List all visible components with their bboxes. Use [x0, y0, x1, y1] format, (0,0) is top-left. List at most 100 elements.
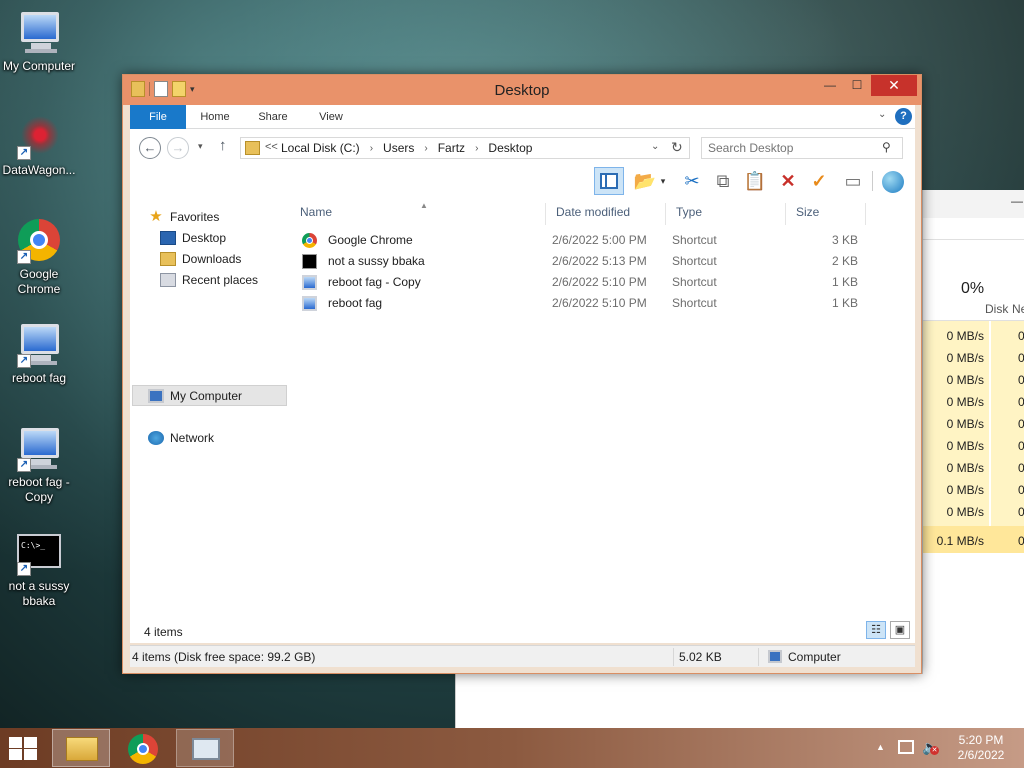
- column-header-date[interactable]: Date modified: [546, 203, 666, 225]
- status-bar: 4 items (Disk free space: 99.2 GB) 5.02 …: [130, 645, 915, 667]
- shortcut-arrow-icon: ↗: [17, 354, 31, 368]
- desktop-icon-label: My Computer: [2, 59, 76, 73]
- table-row[interactable]: Google Chrome 2/6/2022 5:00 PM Shortcut …: [290, 230, 915, 251]
- file-type: Shortcut: [672, 233, 717, 247]
- rename-button[interactable]: ▭: [838, 167, 868, 195]
- table-row[interactable]: reboot fag - Copy 2/6/2022 5:10 PM Short…: [290, 272, 915, 293]
- column-header-label: Type: [676, 205, 703, 219]
- delete-button[interactable]: ✕: [773, 167, 803, 195]
- taskbar-task-manager[interactable]: [176, 729, 234, 767]
- forward-button[interactable]: →: [167, 137, 189, 159]
- network-icon[interactable]: [898, 740, 914, 754]
- file-date: 2/6/2022 5:10 PM: [552, 296, 647, 310]
- table-row[interactable]: 0 MB/s 0: [923, 325, 1024, 347]
- expand-ribbon-icon[interactable]: ⌄: [878, 109, 886, 120]
- taskbar-file-explorer[interactable]: [52, 729, 110, 767]
- table-row[interactable]: 0 MB/s 0: [923, 391, 1024, 413]
- table-row[interactable]: 0 MB/s 0: [923, 479, 1024, 501]
- column-header-label: Date modified: [556, 205, 631, 219]
- properties-button[interactable]: ✓: [804, 167, 834, 195]
- table-row[interactable]: not a sussy bbaka 2/6/2022 5:13 PM Short…: [290, 251, 915, 272]
- breadcrumb-item[interactable]: Fartz: [438, 141, 465, 156]
- disk-column-header[interactable]: Disk: [985, 302, 1008, 316]
- start-button[interactable]: [8, 736, 38, 760]
- recent-locations-dropdown[interactable]: ▾: [198, 141, 203, 152]
- titlebar[interactable]: ▾ Desktop — ☐ ✕: [123, 75, 921, 105]
- file-name: reboot fag: [328, 296, 383, 310]
- large-icons-view-button[interactable]: ▣: [890, 621, 910, 639]
- help-icon[interactable]: ?: [895, 108, 912, 125]
- network-column-header[interactable]: Ne: [1012, 302, 1024, 316]
- search-box[interactable]: ⚲: [701, 137, 903, 159]
- chevron-right-icon[interactable]: ›: [370, 141, 373, 156]
- desktop-icon-google-chrome[interactable]: ↗ Google Chrome: [0, 216, 78, 297]
- nav-item-my-computer[interactable]: My Computer: [148, 386, 242, 406]
- clock[interactable]: 5:20 PM 2/6/2022: [948, 733, 1014, 763]
- nav-item-label: Recent places: [182, 273, 259, 287]
- column-header-size[interactable]: Size: [786, 203, 866, 225]
- chevron-down-icon[interactable]: ▾: [656, 167, 670, 195]
- copy-icon: ⧉: [716, 171, 730, 191]
- web-button[interactable]: [878, 167, 908, 195]
- explorer-window[interactable]: ▾ Desktop — ☐ ✕ File Home Share View ⌄ ?…: [122, 74, 922, 674]
- copy-button[interactable]: ⧉: [708, 167, 738, 195]
- maximize-button[interactable]: ☐: [844, 75, 870, 96]
- table-row[interactable]: 0 MB/s 0: [923, 369, 1024, 391]
- shortcut-arrow-icon: ↗: [17, 562, 31, 576]
- task-manager-window[interactable]: — 0% Disk Ne 0 MB/s00 MB/s00 MB/s00 MB/s…: [922, 190, 1024, 730]
- chevron-down-icon[interactable]: ⌄: [651, 141, 659, 152]
- nav-item-label: Downloads: [182, 252, 242, 266]
- disk-value: 0 MB/s: [946, 439, 984, 453]
- desktop-icon-datawagon[interactable]: ↗ DataWagon...: [0, 112, 78, 178]
- preview-pane-button[interactable]: [594, 167, 624, 195]
- windows-logo-icon: [24, 737, 37, 748]
- tab-share[interactable]: Share: [252, 105, 294, 129]
- tab-view[interactable]: View: [310, 105, 352, 129]
- shortcut-arrow-icon: ↗: [17, 146, 31, 160]
- breadcrumb-item[interactable]: Desktop: [488, 141, 532, 156]
- minimize-button[interactable]: —: [817, 75, 843, 96]
- chevron-right-icon[interactable]: ›: [475, 141, 478, 156]
- cut-button[interactable]: ✂: [677, 167, 707, 195]
- windows-logo-icon: [24, 749, 37, 760]
- paste-button[interactable]: 📋: [740, 167, 770, 195]
- network-value: 0: [1018, 505, 1024, 519]
- table-row[interactable]: 0.1 MB/s 0: [923, 530, 1024, 552]
- breadcrumb-item[interactable]: Users: [383, 141, 414, 156]
- taskbar-chrome[interactable]: [114, 729, 172, 767]
- table-row[interactable]: 0 MB/s 0: [923, 501, 1024, 523]
- desktop-icon-my-computer[interactable]: My Computer: [0, 8, 78, 74]
- back-button[interactable]: ←: [139, 137, 161, 159]
- address-prefix[interactable]: <<: [265, 141, 278, 153]
- minimize-icon[interactable]: —: [1011, 194, 1023, 208]
- nav-item-recent-places[interactable]: Recent places: [160, 270, 258, 290]
- toolbar: 📂 ▾ ✂ ⧉ 📋 ✕ ✓ ▭: [130, 165, 915, 197]
- desktop-icon-reboot-copy[interactable]: ↗ reboot fag - Copy: [0, 424, 78, 505]
- chevron-right-icon[interactable]: ›: [424, 141, 427, 156]
- nav-item-desktop[interactable]: Desktop: [160, 228, 226, 248]
- nav-favorites[interactable]: ★ Favorites: [148, 207, 219, 227]
- table-row[interactable]: 0 MB/s 0: [923, 413, 1024, 435]
- task-manager-tabs: [923, 218, 1024, 240]
- column-header-type[interactable]: Type: [666, 203, 786, 225]
- chevron-up-icon[interactable]: ▲: [876, 742, 885, 752]
- table-row[interactable]: 0 MB/s 0: [923, 347, 1024, 369]
- close-button[interactable]: ✕: [871, 75, 917, 96]
- nav-item-network[interactable]: Network: [148, 428, 214, 448]
- desktop-icon-reboot[interactable]: ↗ reboot fag: [0, 320, 78, 386]
- search-icon[interactable]: ⚲: [882, 140, 891, 154]
- search-input[interactable]: [708, 140, 878, 156]
- table-row[interactable]: 0 MB/s 0: [923, 435, 1024, 457]
- column-header-name[interactable]: Name ▲: [290, 201, 546, 225]
- desktop-icon-not-a-sussy-bbaka[interactable]: C:\>_ ↗ not a sussy bbaka: [0, 528, 78, 609]
- table-row[interactable]: reboot fag 2/6/2022 5:10 PM Shortcut 1 K…: [290, 293, 915, 314]
- nav-item-downloads[interactable]: Downloads: [160, 249, 241, 269]
- breadcrumb-item[interactable]: Local Disk (C:): [281, 141, 360, 156]
- details-view-button[interactable]: ☷: [866, 621, 886, 639]
- tab-home[interactable]: Home: [194, 105, 236, 129]
- tab-file[interactable]: File: [130, 105, 186, 129]
- refresh-icon[interactable]: ↻: [671, 139, 683, 156]
- up-button[interactable]: ↑: [219, 137, 227, 154]
- address-bar[interactable]: << Local Disk (C:) › Users › Fartz › Des…: [240, 137, 690, 159]
- table-row[interactable]: 0 MB/s 0: [923, 457, 1024, 479]
